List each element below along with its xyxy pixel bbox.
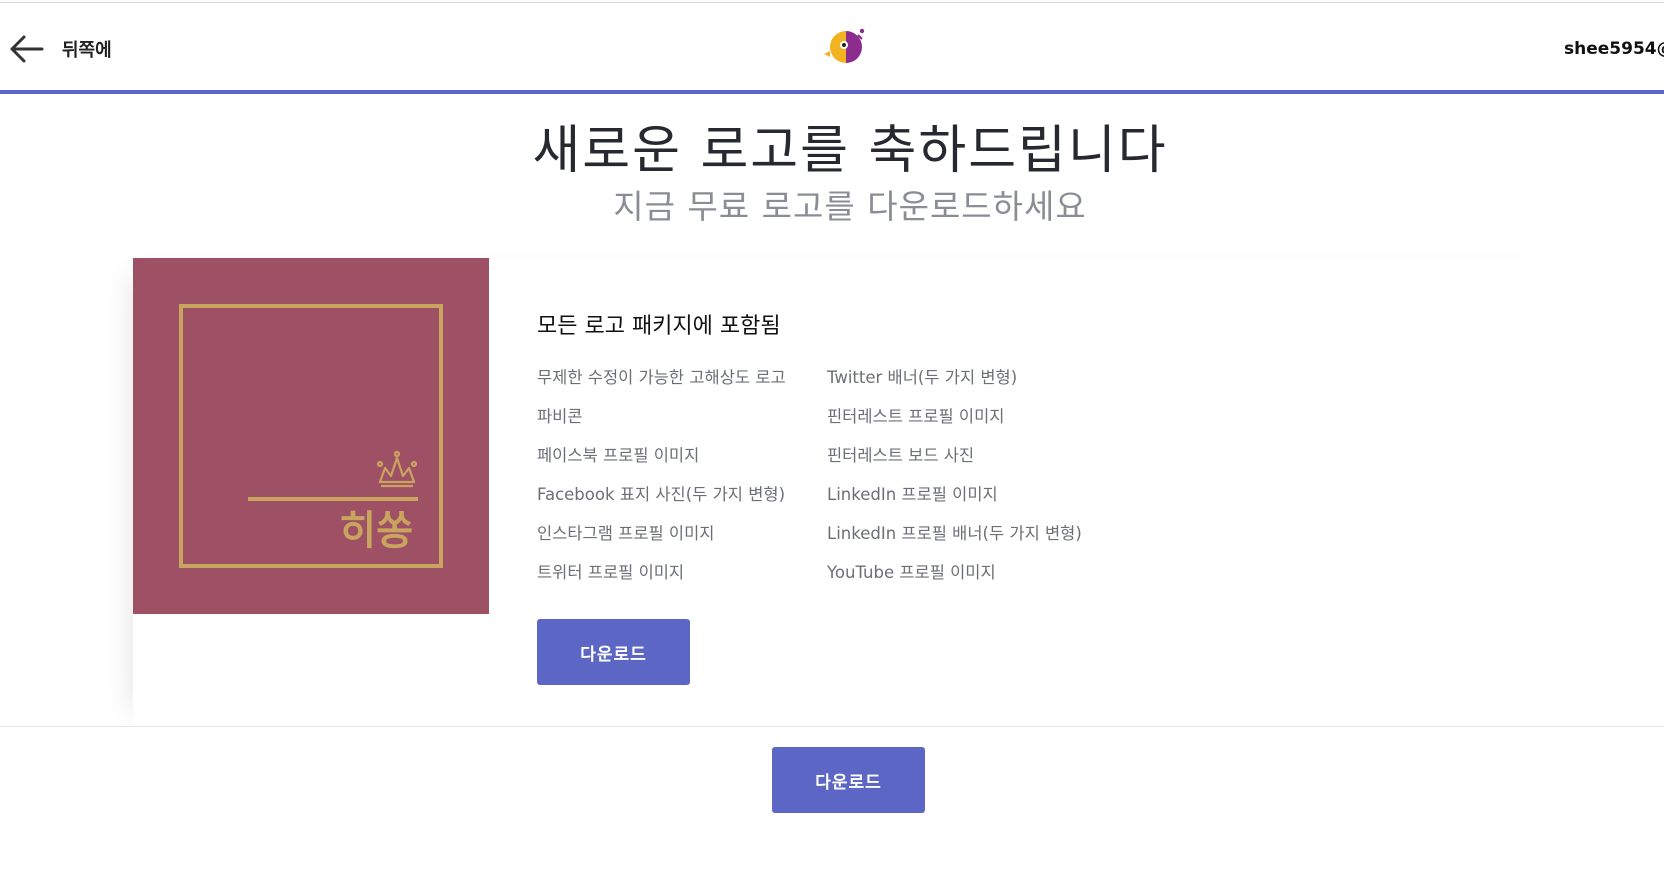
feature-item: Twitter 배너(두 가지 변형) <box>827 368 1018 387</box>
feature-item: 파비콘 <box>537 407 583 426</box>
feature-item: Facebook 표지 사진(두 가지 변형) <box>537 485 786 504</box>
user-account[interactable]: shee5954@ <box>1564 39 1664 59</box>
brand-logo[interactable] <box>824 27 872 71</box>
logo-preview-art: 히쏭 <box>179 304 443 568</box>
feature-item: LinkedIn 프로필 이미지 <box>827 485 998 504</box>
logo-preview-text: 히쏭 <box>339 508 413 554</box>
top-header: 뒤쪽에 shee5954@ <box>0 3 1664 90</box>
crown-icon <box>376 450 418 488</box>
feature-item: 핀터레스트 보드 사진 <box>827 446 975 465</box>
header-accent-bar <box>0 90 1664 94</box>
feature-list-left: 무제한 수정이 가능한 고해상도 로고 파비콘 페이스북 프로필 이미지 Fac… <box>537 364 786 598</box>
feature-item: 무제한 수정이 가능한 고해상도 로고 <box>537 368 786 387</box>
arrow-left-icon <box>10 35 44 63</box>
package-title: 모든 로고 패키지에 포함됨 <box>537 314 781 339</box>
brand-logo-icon <box>824 28 865 63</box>
feature-item: 트위터 프로필 이미지 <box>537 563 685 582</box>
feature-item: 인스타그램 프로필 이미지 <box>537 524 715 543</box>
feature-item: 핀터레스트 프로필 이미지 <box>827 407 1005 426</box>
footer-download-button[interactable]: 다운로드 <box>772 747 925 813</box>
page-subtitle: 지금 무료 로고를 다운로드하세요 <box>613 187 1087 226</box>
feature-item: 페이스북 프로필 이미지 <box>537 446 700 465</box>
back-button[interactable]: 뒤쪽에 <box>8 31 112 67</box>
feature-list-right: Twitter 배너(두 가지 변형) 핀터레스트 프로필 이미지 핀터레스트 … <box>827 364 1082 598</box>
back-label: 뒤쪽에 <box>62 40 112 61</box>
feature-item: LinkedIn 프로필 배너(두 가지 변형) <box>827 524 1082 543</box>
sticky-footer: 다운로드 <box>0 726 1664 880</box>
feature-item: YouTube 프로필 이미지 <box>827 563 996 582</box>
logo-package-card: 히쏭 모든 로고 패키지에 포함됨 무제한 수정이 가능한 고해상도 로고 파비… <box>133 258 1564 726</box>
logo-preview: 히쏭 <box>133 258 489 614</box>
download-button[interactable]: 다운로드 <box>537 619 690 685</box>
page-title: 새로운 로고를 축하드립니다 <box>532 121 1168 181</box>
